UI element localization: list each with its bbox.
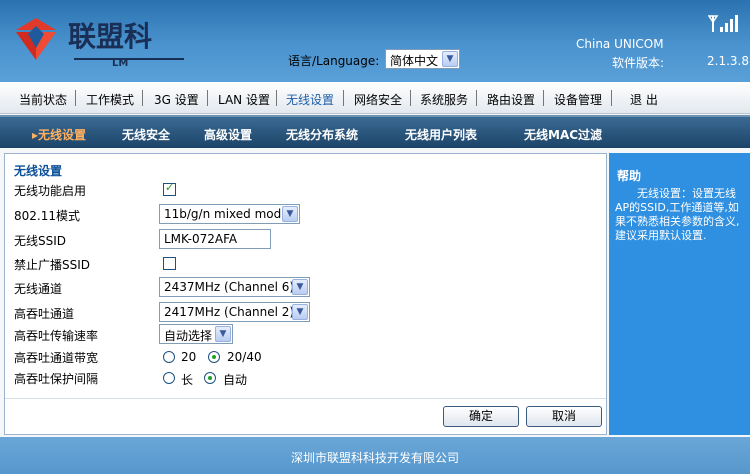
tab-wds[interactable]: 无线分布系统	[286, 126, 358, 143]
ht-channel-label: 高吞吐通道	[14, 307, 75, 321]
footer-copyright: 深圳市联盟科科技开发有限公司	[290, 451, 459, 465]
guard-auto-label: 自动	[223, 373, 248, 387]
nav-routing[interactable]: 路由设置	[487, 91, 535, 108]
help-text: 无线设置：设置无线AP的SSID,工作通道等,如果不熟悉相关参数的含义,建议采用…	[615, 187, 740, 242]
mode-value: 11b/g/n mixed mode	[164, 207, 289, 221]
bandwidth-20-40-label: 20/40	[227, 350, 262, 364]
nav-3g[interactable]: 3G 设置	[154, 91, 199, 108]
signal-icon	[708, 15, 738, 32]
channel-label: 无线通道	[14, 282, 63, 296]
nav-divider	[207, 90, 208, 106]
nav-status[interactable]: 当前状态	[19, 91, 67, 108]
language-label: 语言/Language:	[288, 54, 380, 68]
nav-divider	[476, 90, 477, 106]
channel-select[interactable]: 2437MHz (Channel 6) ▼	[159, 277, 310, 297]
enable-wireless-checkbox[interactable]	[163, 181, 176, 196]
guard-auto-radio[interactable]	[204, 372, 216, 384]
nav-divider	[543, 90, 544, 106]
rate-select[interactable]: 自动选择 ▼	[159, 324, 233, 344]
section-title: 无线设置	[14, 164, 63, 178]
footer: 深圳市联盟科科技开发有限公司	[0, 437, 750, 474]
nav-lan[interactable]: LAN 设置	[218, 91, 270, 108]
nav-divider	[343, 90, 344, 106]
chevron-down-icon: ▼	[292, 279, 308, 295]
logo-mark: LM	[112, 58, 128, 69]
rate-label: 高吞吐传输速率	[14, 329, 99, 343]
version-label: 软件版本:	[612, 56, 665, 70]
help-title: 帮助	[617, 169, 642, 183]
top-nav: 当前状态 工作模式 3G 设置 LAN 设置 无线设置 网络安全 系统服务 路由…	[0, 82, 750, 114]
bandwidth-20-label: 20	[181, 350, 197, 364]
guard-long-radio[interactable]	[163, 372, 175, 384]
ssid-value: LMK-072AFA	[164, 232, 238, 246]
ht-channel-select[interactable]: 2417MHz (Channel 2) ▼	[159, 302, 310, 322]
nav-divider	[142, 90, 143, 106]
language-value: 简体中文	[390, 54, 439, 68]
help-panel: 帮助 无线设置：设置无线AP的SSID,工作通道等,如果不熟悉相关参数的含义,建…	[609, 153, 750, 435]
chevron-down-icon: ▼	[292, 304, 308, 320]
channel-value: 2437MHz (Channel 6)	[164, 280, 295, 294]
bandwidth-label: 高吞吐通道带宽	[14, 351, 99, 365]
nav-divider	[410, 90, 411, 106]
rate-value: 自动选择	[164, 329, 213, 343]
bandwidth-20-40-radio[interactable]	[208, 351, 220, 363]
ssid-input[interactable]: LMK-072AFA	[159, 229, 271, 249]
nav-device-management[interactable]: 设备管理	[554, 91, 602, 108]
tab-advanced-settings[interactable]: 高级设置	[204, 126, 252, 143]
tab-wireless-settings[interactable]: ▸无线设置	[32, 126, 86, 143]
wireless-settings-panel: 无线设置 无线功能启用 802.11模式 11b/g/n mixed mode …	[4, 153, 607, 435]
nav-work-mode[interactable]: 工作模式	[86, 91, 134, 108]
ssid-label: 无线SSID	[14, 234, 67, 248]
nav-logout[interactable]: 退 出	[630, 91, 658, 108]
cancel-button[interactable]: 取消	[526, 406, 602, 427]
sub-nav: ▸无线设置 无线安全 高级设置 无线分布系统 无线用户列表 无线MAC过滤	[0, 115, 750, 148]
nav-system-service[interactable]: 系统服务	[420, 91, 468, 108]
hide-ssid-label: 禁止广播SSID	[14, 258, 91, 272]
nav-divider	[611, 90, 612, 106]
tab-wireless-security[interactable]: 无线安全	[122, 126, 170, 143]
ok-button[interactable]: 确定	[443, 406, 519, 427]
chevron-down-icon: ▼	[215, 326, 231, 342]
nav-divider	[75, 90, 76, 106]
guard-interval-label: 高吞吐保护间隔	[14, 372, 99, 386]
bandwidth-20-radio[interactable]	[163, 351, 175, 363]
version-value: 2.1.3.8	[707, 54, 749, 68]
ht-channel-value: 2417MHz (Channel 2)	[164, 305, 295, 319]
chevron-down-icon: ▼	[442, 51, 458, 67]
mode-label: 802.11模式	[14, 209, 80, 223]
mode-select[interactable]: 11b/g/n mixed mode ▼	[159, 204, 300, 224]
brand-name: China UNICOM	[576, 37, 664, 51]
header: 联盟科 LM 语言/Language: 简体中文 ▼ China UNICOM …	[0, 0, 750, 82]
hide-ssid-checkbox[interactable]	[163, 257, 176, 270]
tab-mac-filter[interactable]: 无线MAC过滤	[524, 126, 602, 143]
language-select[interactable]: 简体中文 ▼	[385, 49, 460, 69]
enable-wireless-label: 无线功能启用	[14, 184, 87, 198]
nav-wireless[interactable]: 无线设置	[286, 91, 334, 108]
chevron-down-icon: ▼	[282, 206, 298, 222]
tab-wireless-clients[interactable]: 无线用户列表	[405, 126, 477, 143]
logo-text: 联盟科	[68, 20, 152, 53]
nav-network-security[interactable]: 网络安全	[354, 91, 402, 108]
button-divider	[5, 398, 606, 399]
nav-divider	[276, 90, 277, 106]
company-logo: 联盟科 LM	[16, 18, 184, 69]
guard-long-label: 长	[181, 373, 194, 387]
